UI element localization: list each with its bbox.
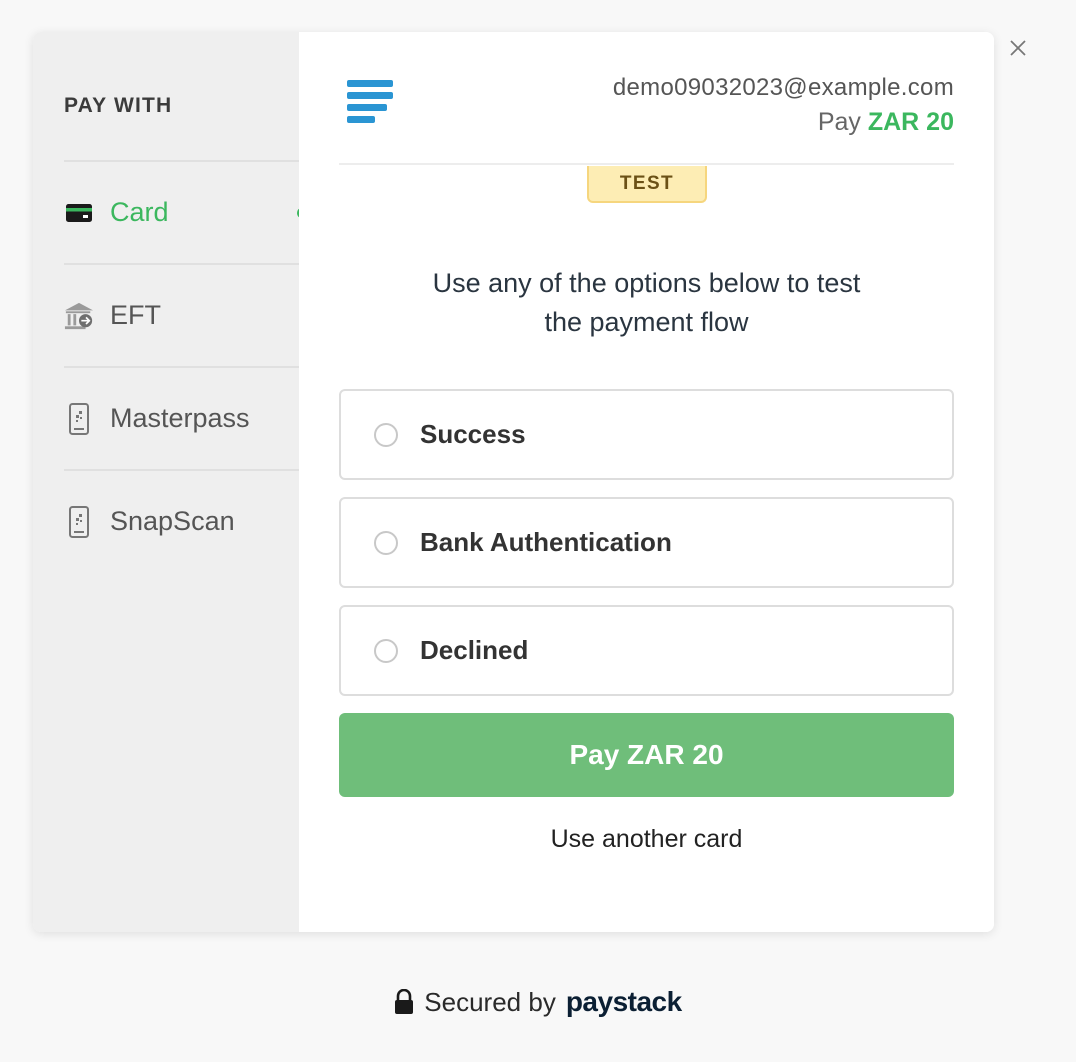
lock-icon — [395, 989, 414, 1014]
phone-qr-icon — [64, 402, 94, 435]
sidebar-item-label: EFT — [110, 300, 161, 330]
customer-email: demo09032023@example.com — [612, 74, 954, 101]
pay-button[interactable]: Pay ZAR 20 — [339, 713, 954, 797]
sidebar-item-card[interactable]: Card — [64, 160, 305, 263]
payment-modal: PAY WITH Card EFT Masterpass SnapScan de… — [33, 32, 994, 932]
radio-button[interactable] — [374, 638, 398, 663]
header-divider — [339, 163, 954, 165]
secured-by-text: Secured by — [424, 986, 556, 1017]
card-icon — [64, 203, 94, 222]
test-options-list: Success Bank Authentication Declined — [339, 389, 954, 713]
option-success[interactable]: Success — [339, 389, 954, 480]
instruction-line: Use any of the options below to test — [432, 268, 861, 298]
option-label: Bank Authentication — [420, 527, 672, 557]
close-button[interactable] — [1004, 34, 1032, 62]
payment-amount-summary: Pay ZAR 20 — [818, 108, 954, 137]
option-label: Declined — [420, 635, 529, 665]
phone-qr-icon — [64, 505, 94, 538]
payment-panel: demo09032023@example.com Pay ZAR 20 TEST… — [299, 32, 994, 932]
pay-prefix: Pay — [817, 108, 861, 136]
payment-method-list: Card EFT Masterpass SnapScan — [64, 160, 305, 572]
bank-icon — [64, 301, 94, 331]
payment-amount: ZAR 20 — [867, 108, 954, 136]
option-declined[interactable]: Declined — [339, 605, 954, 696]
paystack-logo: paystack — [565, 986, 682, 1017]
sidebar-title: PAY WITH — [64, 94, 173, 117]
merchant-logo — [347, 80, 395, 133]
radio-button[interactable] — [374, 530, 398, 555]
payment-method-sidebar: PAY WITH Card EFT Masterpass SnapScan — [33, 32, 305, 932]
use-another-card-link[interactable]: Use another card — [339, 825, 954, 854]
sidebar-item-label: SnapScan — [110, 506, 235, 536]
security-footer: Secured by paystack — [0, 986, 1076, 1018]
sidebar-item-masterpass[interactable]: Masterpass — [64, 366, 299, 469]
option-bank-authentication[interactable]: Bank Authentication — [339, 497, 954, 588]
sidebar-item-eft[interactable]: EFT — [64, 263, 299, 366]
instruction-line: the payment flow — [544, 307, 749, 337]
test-instruction: Use any of the options below to test the… — [339, 264, 954, 342]
radio-button[interactable] — [374, 422, 398, 447]
merchant-logo-icon — [347, 80, 393, 123]
sidebar-item-snapscan[interactable]: SnapScan — [64, 469, 299, 572]
option-label: Success — [420, 419, 526, 449]
sidebar-item-label: Card — [110, 197, 169, 227]
sidebar-item-label: Masterpass — [110, 403, 250, 433]
test-mode-badge: TEST — [587, 166, 707, 203]
close-icon — [1010, 40, 1026, 56]
